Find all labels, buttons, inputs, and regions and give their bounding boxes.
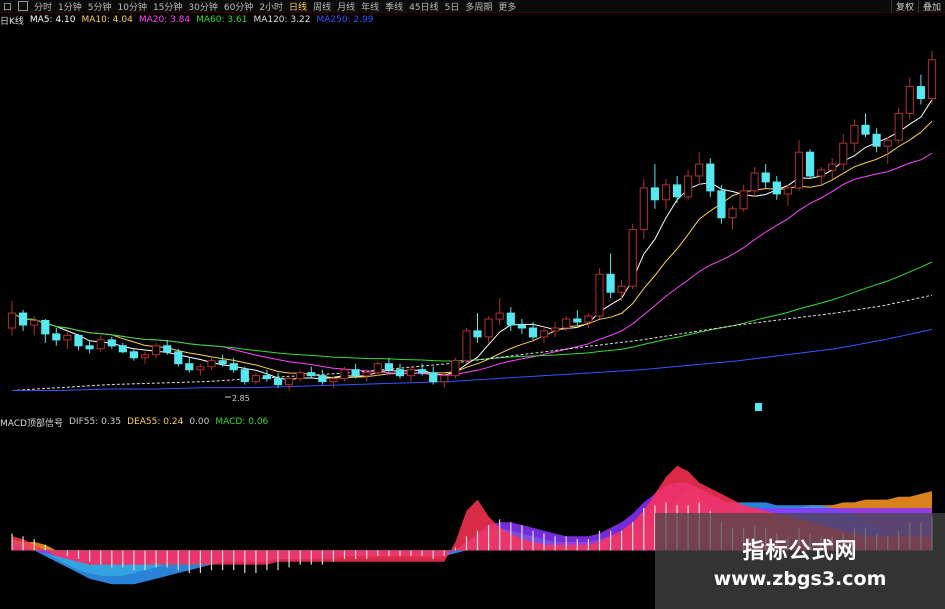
ma20-line: [11, 152, 933, 376]
candle-up: [739, 190, 748, 210]
candle-down: [19, 312, 28, 326]
candle-down: [528, 327, 538, 338]
candle-up: [296, 372, 305, 380]
candle-up: [152, 345, 161, 356]
candle-up: [584, 315, 593, 323]
candle-up: [894, 112, 903, 141]
candle-up: [839, 142, 848, 165]
candle-down: [229, 363, 238, 371]
candle-down: [916, 86, 925, 99]
candle-down: [174, 351, 183, 365]
candle-down: [506, 312, 515, 326]
candle-up: [927, 59, 937, 99]
watermark-url: www.zbgs3.com: [713, 568, 887, 590]
candle-up: [96, 339, 105, 350]
candle-up: [196, 366, 205, 371]
candle-down: [418, 369, 427, 374]
candle-down: [218, 360, 227, 365]
candle-down: [273, 378, 283, 386]
candle-up: [440, 375, 449, 383]
candle-down: [351, 369, 360, 377]
candle-up: [251, 375, 261, 383]
candle-up: [495, 312, 504, 320]
candle-down: [806, 151, 815, 177]
candle-down: [185, 363, 194, 371]
candle-up: [684, 175, 693, 198]
candle-down: [240, 369, 249, 383]
ma5-line: [11, 99, 933, 381]
candle-down: [262, 375, 271, 380]
candle-down: [429, 372, 438, 383]
candle-down: [384, 363, 393, 371]
candle-down: [761, 172, 770, 183]
candle-down: [307, 372, 316, 377]
candle-up: [340, 369, 349, 380]
candle-down: [318, 375, 327, 383]
candle-up: [30, 320, 39, 326]
low-price-label: 2.85: [232, 394, 250, 403]
candle-up: [462, 330, 471, 362]
candle-up: [617, 285, 626, 293]
candle-up: [285, 378, 294, 386]
candle-down: [606, 273, 615, 293]
candle-up: [728, 208, 737, 219]
candle-up: [828, 163, 837, 171]
candle-down: [573, 318, 582, 323]
candle-down: [52, 333, 61, 341]
candle-up: [562, 318, 571, 329]
candle-up: [484, 318, 493, 338]
candle-up: [140, 354, 150, 359]
candle-up: [362, 372, 371, 377]
candle-down: [650, 187, 659, 201]
candle-up: [628, 229, 637, 287]
candle-up: [451, 360, 460, 377]
candle-down: [118, 345, 127, 353]
candle-down: [872, 133, 881, 147]
candle-up: [329, 378, 338, 383]
candle-down: [163, 345, 172, 353]
candle-down: [517, 324, 526, 329]
cursor-marker[interactable]: [755, 403, 762, 411]
candle-up: [639, 187, 648, 231]
candle-down: [395, 369, 404, 377]
ma120-line: [11, 294, 933, 391]
candle-up: [551, 327, 560, 332]
candle-up: [750, 172, 759, 192]
candle-up: [595, 273, 604, 317]
candle-down: [85, 345, 94, 350]
candle-up: [817, 169, 826, 177]
watermark-title: 指标公式网: [742, 539, 858, 564]
candle-up: [783, 187, 792, 195]
candle-up: [63, 334, 72, 341]
candle-up: [7, 312, 17, 329]
candle-down: [41, 320, 50, 335]
candle-up: [661, 184, 671, 201]
candle-up: [207, 360, 216, 368]
candle-down: [706, 163, 715, 192]
candle-up: [850, 124, 859, 144]
candle-up: [905, 86, 914, 114]
candle-up: [539, 330, 549, 338]
candle-down: [717, 190, 726, 219]
candle-down: [861, 124, 870, 135]
candle-up: [883, 139, 892, 147]
candle-up: [794, 151, 804, 189]
candle-down: [473, 330, 482, 338]
candle-down: [74, 334, 83, 347]
candle-down: [772, 181, 781, 195]
candle-up: [695, 163, 704, 177]
candle-up: [406, 369, 416, 377]
candle-down: [673, 184, 682, 198]
moving-averages: [11, 99, 933, 391]
watermark: 指标公式网 www.zbgs3.com: [655, 513, 945, 609]
candle-down: [129, 351, 139, 359]
candle-down: [107, 339, 116, 347]
candle-up: [373, 363, 382, 374]
